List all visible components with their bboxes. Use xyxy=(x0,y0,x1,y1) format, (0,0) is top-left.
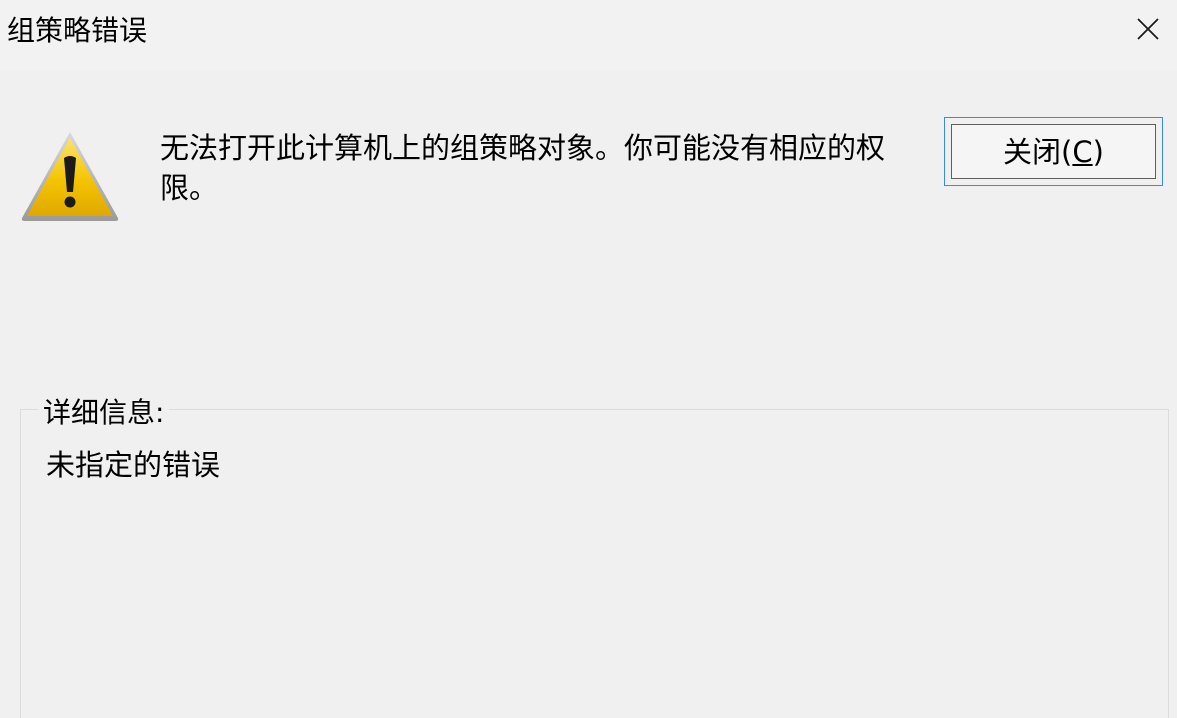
close-button-label-suffix: ) xyxy=(1092,134,1104,169)
error-message: 无法打开此计算机上的组策略对象。你可能没有相应的权限。 xyxy=(160,131,886,205)
details-text: 未指定的错误 xyxy=(46,448,221,482)
close-icon xyxy=(1137,18,1159,40)
details-legend: 详细信息: xyxy=(38,393,170,433)
warning-icon xyxy=(21,132,119,221)
close-button-label: 关闭(C) xyxy=(1003,132,1104,172)
error-dialog-window: 组策略错误 无法打开此计算机上的组策略对象。你可能没有相应的权限。 关闭(C) … xyxy=(0,0,1177,718)
close-button-shortcut-key: C xyxy=(1072,134,1093,169)
title-close-button[interactable] xyxy=(1119,0,1177,58)
close-button-label-prefix: 关闭( xyxy=(1003,134,1073,169)
title-bar[interactable]: 组策略错误 xyxy=(0,0,1177,70)
close-button[interactable]: 关闭(C) xyxy=(944,117,1163,186)
window-title: 组策略错误 xyxy=(7,14,148,47)
